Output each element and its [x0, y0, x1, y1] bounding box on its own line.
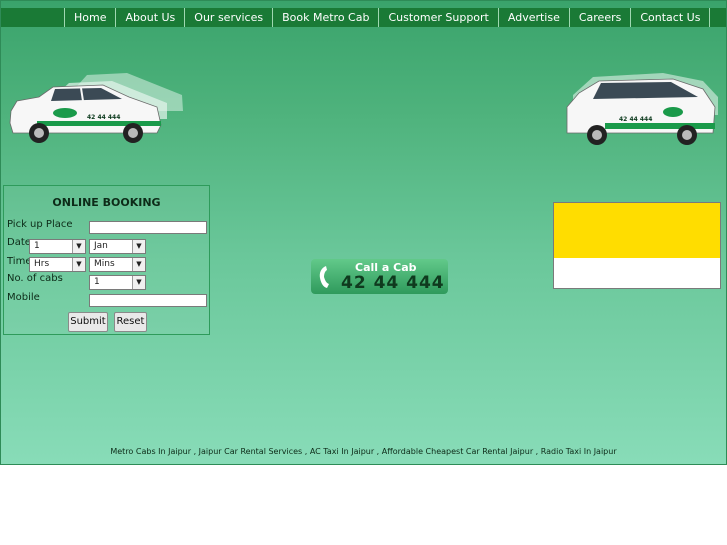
right-car-number: 42 44 444	[619, 116, 652, 123]
cabs-image-left: 42 44 444	[9, 73, 183, 143]
booking-title: ONLINE BOOKING	[52, 196, 161, 209]
time-mins-value: Mins	[94, 259, 115, 269]
submit-button[interactable]: Submit	[68, 312, 108, 332]
banner-yellow-band	[554, 203, 720, 258]
mobile-input[interactable]	[89, 294, 207, 307]
mobile-label: Mobile	[7, 292, 40, 303]
footer-links[interactable]: Metro Cabs In Jaipur , Jaipur Car Rental…	[1, 447, 726, 456]
banner-white-band	[554, 258, 720, 288]
pickup-place-input[interactable]	[89, 221, 207, 234]
time-label: Time	[7, 256, 32, 267]
cabs-count-select[interactable]: 1 ▼	[89, 275, 146, 290]
chevron-down-icon: ▼	[72, 240, 85, 253]
nav-our-services[interactable]: Our services	[184, 8, 272, 27]
nav-contact-us[interactable]: Contact Us	[630, 8, 711, 27]
chevron-down-icon: ▼	[132, 258, 145, 271]
chevron-down-icon: ▼	[72, 258, 85, 271]
nav-careers[interactable]: Careers	[568, 8, 631, 27]
date-month-select[interactable]: Jan ▼	[89, 239, 146, 254]
time-hrs-value: Hrs	[34, 259, 50, 269]
cabs-count-value: 1	[94, 277, 100, 287]
main-nav: Home About Us Our services Book Metro Ca…	[64, 8, 711, 27]
reset-button[interactable]: Reset	[114, 312, 147, 332]
date-label: Date	[7, 237, 31, 248]
cab-image-right: 42 44 444	[566, 73, 718, 145]
nav-advertise[interactable]: Advertise	[497, 8, 569, 27]
nav-book-metro-cab[interactable]: Book Metro Cab	[272, 8, 378, 27]
call-number: 42 44 444	[341, 273, 445, 293]
nav-customer-support[interactable]: Customer Support	[378, 8, 497, 27]
nav-home[interactable]: Home	[64, 8, 115, 27]
left-car-number: 42 44 444	[87, 114, 120, 121]
chevron-down-icon: ▼	[132, 240, 145, 253]
time-mins-select[interactable]: Mins ▼	[89, 257, 146, 272]
time-hrs-select[interactable]: Hrs ▼	[29, 257, 86, 272]
chevron-down-icon: ▼	[132, 276, 145, 289]
phone-icon	[319, 266, 329, 288]
page-frame: Home About Us Our services Book Metro Ca…	[0, 0, 727, 465]
date-month-value: Jan	[94, 241, 108, 251]
cabs-label: No. of cabs	[7, 273, 63, 284]
call-a-cab-banner[interactable]: Call a Cab 42 44 444	[311, 259, 448, 294]
pickup-label: Pick up Place	[7, 219, 73, 230]
date-day-select[interactable]: 1 ▼	[29, 239, 86, 254]
date-day-value: 1	[34, 241, 40, 251]
nav-about-us[interactable]: About Us	[115, 8, 184, 27]
online-booking-form: ONLINE BOOKING Pick up Place Date 1 ▼ Ja…	[3, 185, 210, 335]
banner-box	[553, 202, 721, 289]
